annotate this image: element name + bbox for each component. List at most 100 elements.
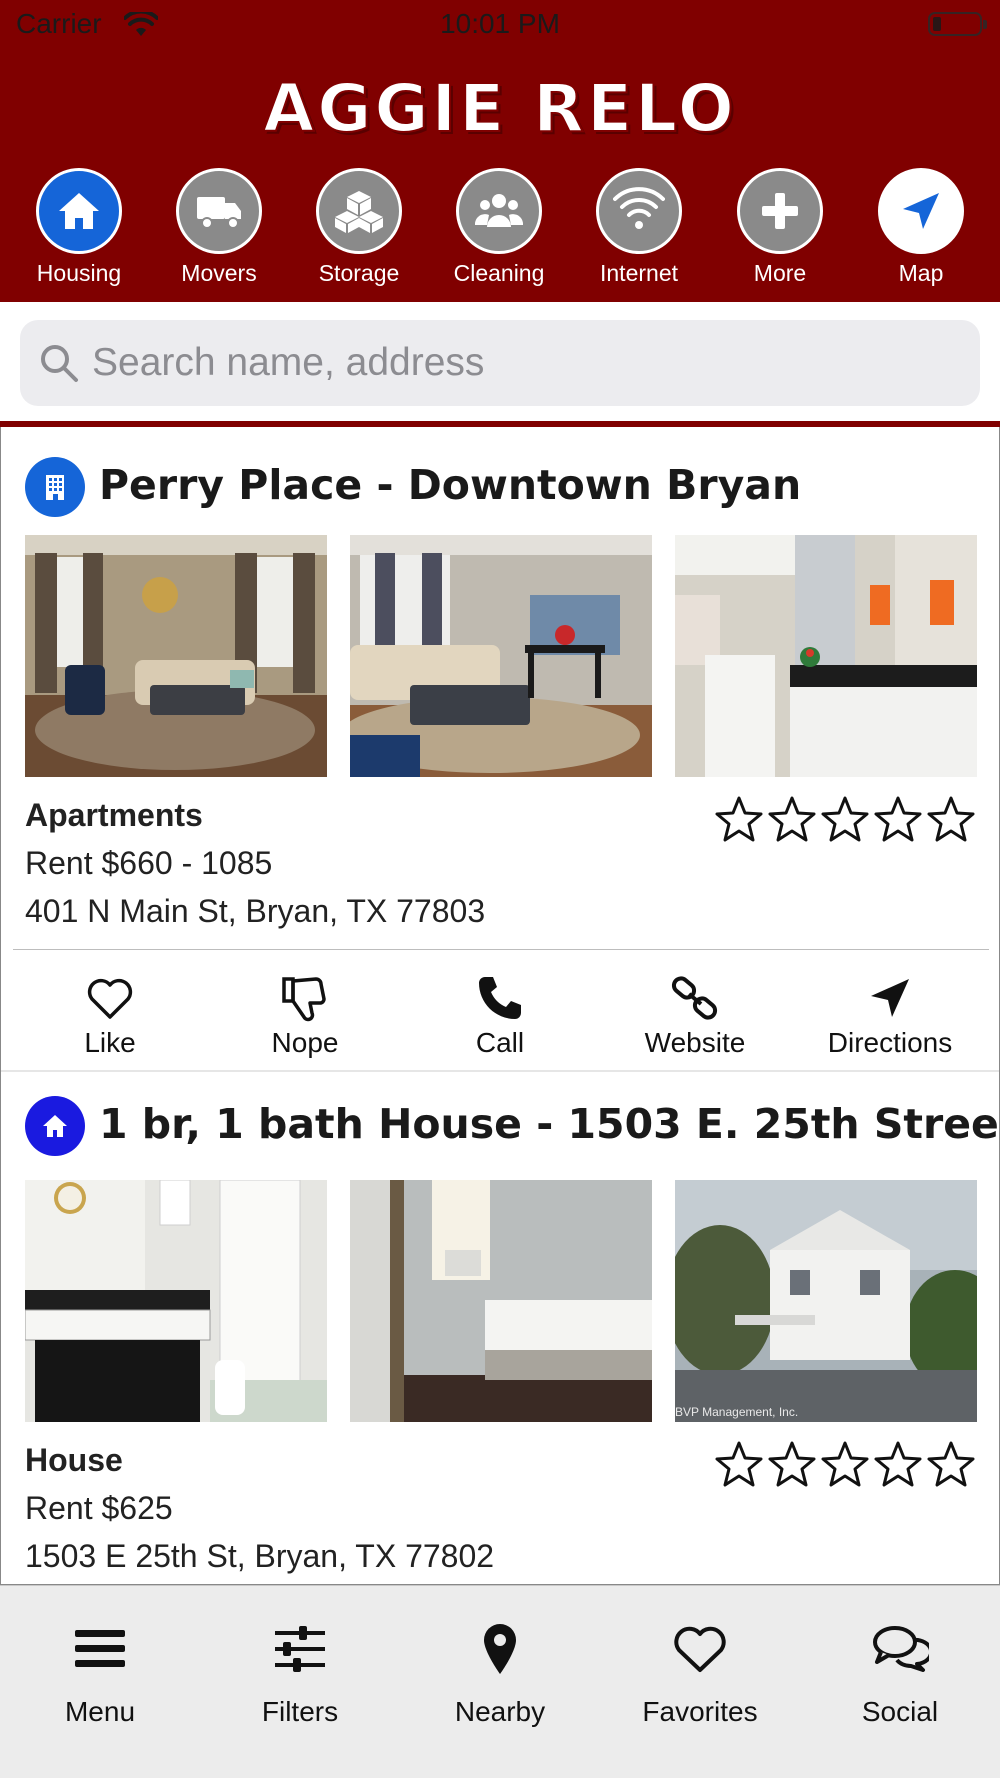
category-label: Cleaning [453,260,545,286]
star-icon[interactable] [768,1440,816,1488]
heart-icon [674,1626,726,1672]
action-label: Call [475,1027,525,1058]
people-icon [456,168,542,254]
category-storage[interactable]: Storage [294,168,424,298]
navigation-arrow-icon [871,979,909,1017]
category-label: More [753,260,807,286]
wifi-icon [596,168,682,254]
category-housing[interactable]: Housing [14,168,144,298]
category-internet[interactable]: Internet [574,168,704,298]
listing-address: 401 N Main St, Bryan, TX 77803 [25,893,486,929]
category-label: Internet [600,260,678,286]
listing-header: 1 br, 1 bath House - 1503 E. 25th Street [25,1096,999,1158]
listing-type: Apartments [25,797,203,833]
divider [13,949,989,950]
dining-room-photo[interactable] [350,535,652,777]
star-icon[interactable] [715,1440,763,1488]
navigation-arrow-icon [878,168,964,254]
star-icon[interactable] [821,1440,869,1488]
listing-title[interactable]: 1 br, 1 bath House - 1503 E. 25th Street [99,1100,999,1148]
action-label: Directions [827,1027,953,1058]
listing-card[interactable]: Perry Place - Downtown Bryan Apartments … [1,427,999,1072]
nope-button[interactable]: Nope [215,951,395,1071]
search-icon [41,345,78,382]
kitchen-photo[interactable] [25,1180,327,1422]
listing-rent: Rent $660 - 1085 [25,845,273,881]
search-box[interactable] [20,320,980,406]
star-icon[interactable] [874,1440,922,1488]
sliders-icon [275,1626,325,1672]
living-room-photo[interactable] [25,535,327,777]
category-label: Housing [36,260,122,286]
tab-filters[interactable]: Filters [200,1586,400,1736]
map-pin-icon [484,1624,516,1674]
bathroom-photo[interactable] [675,535,977,777]
building-icon [25,457,85,517]
action-label: Nope [271,1027,339,1058]
phone-icon [479,977,521,1019]
photo-strip[interactable]: BVP Management, Inc. [25,1180,977,1422]
star-rating[interactable] [715,795,977,845]
menu-icon [75,1630,125,1667]
house-icon [36,168,122,254]
star-icon[interactable] [927,1440,975,1488]
star-icon[interactable] [927,795,975,843]
action-label: Website [644,1027,746,1058]
thumbs-down-icon [282,977,326,1022]
category-label: Movers [181,260,257,286]
battery-icon [928,12,987,36]
listing-card[interactable]: 1 br, 1 bath House - 1503 E. 25th Street [1,1072,999,1584]
star-rating[interactable] [715,1440,977,1490]
listing-title[interactable]: Perry Place - Downtown Bryan [99,461,801,509]
listing-rent: Rent $625 [25,1490,173,1526]
app-title: AGGIE RELO [262,69,737,148]
tab-label: Nearby [454,1696,546,1727]
heart-icon [87,978,133,1019]
truck-icon [176,168,262,254]
category-bar: Housing Movers Storage Cleaning Internet [0,168,1000,298]
tab-label: Favorites [642,1696,758,1727]
photo-strip[interactable] [25,535,977,777]
listing-actions: Like Nope Call Website Directions [1,951,999,1071]
action-label: Like [84,1027,136,1058]
listing-list[interactable]: Perry Place - Downtown Bryan Apartments … [0,427,1000,1585]
star-icon[interactable] [821,795,869,843]
listing-type: House [25,1442,123,1478]
photo-caption: BVP Management, Inc. [675,1405,798,1419]
search-section [0,302,1000,422]
call-button[interactable]: Call [410,951,590,1071]
bedroom-photo[interactable] [350,1180,652,1422]
tab-social[interactable]: Social [800,1586,1000,1736]
house-icon [25,1096,85,1156]
status-bar: Carrier 10:01 PM [0,0,1000,52]
house-exterior-photo[interactable]: BVP Management, Inc. [675,1180,977,1422]
directions-button[interactable]: Directions [800,951,980,1071]
tab-label: Social [861,1696,939,1727]
category-label: Storage [318,260,400,286]
category-movers[interactable]: Movers [154,168,284,298]
website-button[interactable]: Website [605,951,785,1071]
app-header: Carrier 10:01 PM AGGIE RELO Housing Move… [0,0,1000,302]
star-icon[interactable] [715,795,763,843]
tab-label: Filters [261,1696,339,1727]
tab-label: Menu [64,1696,136,1727]
listing-address: 1503 E 25th St, Bryan, TX 77802 [25,1538,495,1574]
boxes-icon [316,168,402,254]
category-label: Map [898,260,944,286]
chat-bubbles-icon [873,1626,934,1672]
link-icon [671,976,718,1020]
plus-icon [737,168,823,254]
tab-menu[interactable]: Menu [0,1586,200,1736]
tab-bar: Menu Filters Nearby Favorites Social [0,1585,1000,1778]
star-icon[interactable] [768,795,816,843]
tab-nearby[interactable]: Nearby [400,1586,600,1736]
clock: 10:01 PM [440,8,560,39]
star-icon[interactable] [874,795,922,843]
search-input[interactable] [92,320,952,406]
listing-header: Perry Place - Downtown Bryan [25,457,985,519]
like-button[interactable]: Like [20,951,200,1071]
category-cleaning[interactable]: Cleaning [434,168,564,298]
category-more[interactable]: More [715,168,845,298]
tab-favorites[interactable]: Favorites [600,1586,800,1736]
category-map[interactable]: Map [856,168,986,298]
